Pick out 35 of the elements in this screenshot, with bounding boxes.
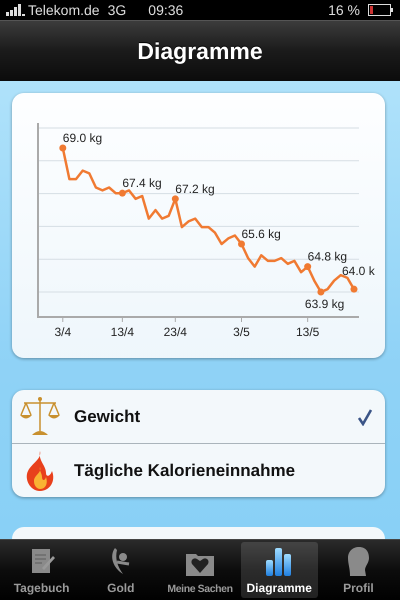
tab-item[interactable]: Diagramme <box>240 542 318 598</box>
axis-label: 13/5 <box>296 325 320 339</box>
network-type: 3G <box>108 2 126 18</box>
data-point <box>59 144 66 152</box>
chart-option[interactable]: Tägliche Kalorieneinnahme <box>12 443 385 497</box>
option-label: Gewicht <box>74 406 142 426</box>
data-point <box>317 288 324 296</box>
chart-option[interactable]: Gewicht <box>12 390 385 443</box>
data-label: 64.0 k <box>342 264 375 278</box>
data-label: 67.4 kg <box>122 176 162 190</box>
data-label: 64.8 kg <box>308 250 348 264</box>
axis-label: 23/4 <box>164 325 187 339</box>
axis-label: 3/5 <box>233 325 250 339</box>
data-point <box>118 190 126 197</box>
tab-item[interactable]: Meine Sachen <box>161 542 239 598</box>
clock-time: 09:36 <box>148 2 184 18</box>
signal-icon <box>6 4 26 16</box>
option-label: Tägliche Kalorieneinnahme <box>74 460 296 480</box>
battery-percent: 16 % <box>328 2 360 18</box>
data-label: 65.6 kg <box>242 227 281 241</box>
axis-label: 13/4 <box>110 325 134 339</box>
screen-title: Diagramme <box>137 38 263 64</box>
tab-item[interactable]: Gold <box>82 542 160 598</box>
data-point <box>350 286 358 293</box>
data-label: 69.0 kg <box>62 131 102 145</box>
data-label: 67.2 kg <box>175 182 215 196</box>
data-point <box>304 263 312 270</box>
battery-icon <box>368 4 394 16</box>
carrier-name: Telekom.de <box>28 2 100 18</box>
data-label: 63.9 kg <box>304 297 344 311</box>
axis-label: 3/4 <box>54 325 72 339</box>
data-point <box>172 195 179 202</box>
data-point <box>238 240 245 248</box>
tab-item[interactable]: Tagebuch <box>3 542 80 598</box>
tab-item[interactable]: Profil <box>320 542 398 598</box>
